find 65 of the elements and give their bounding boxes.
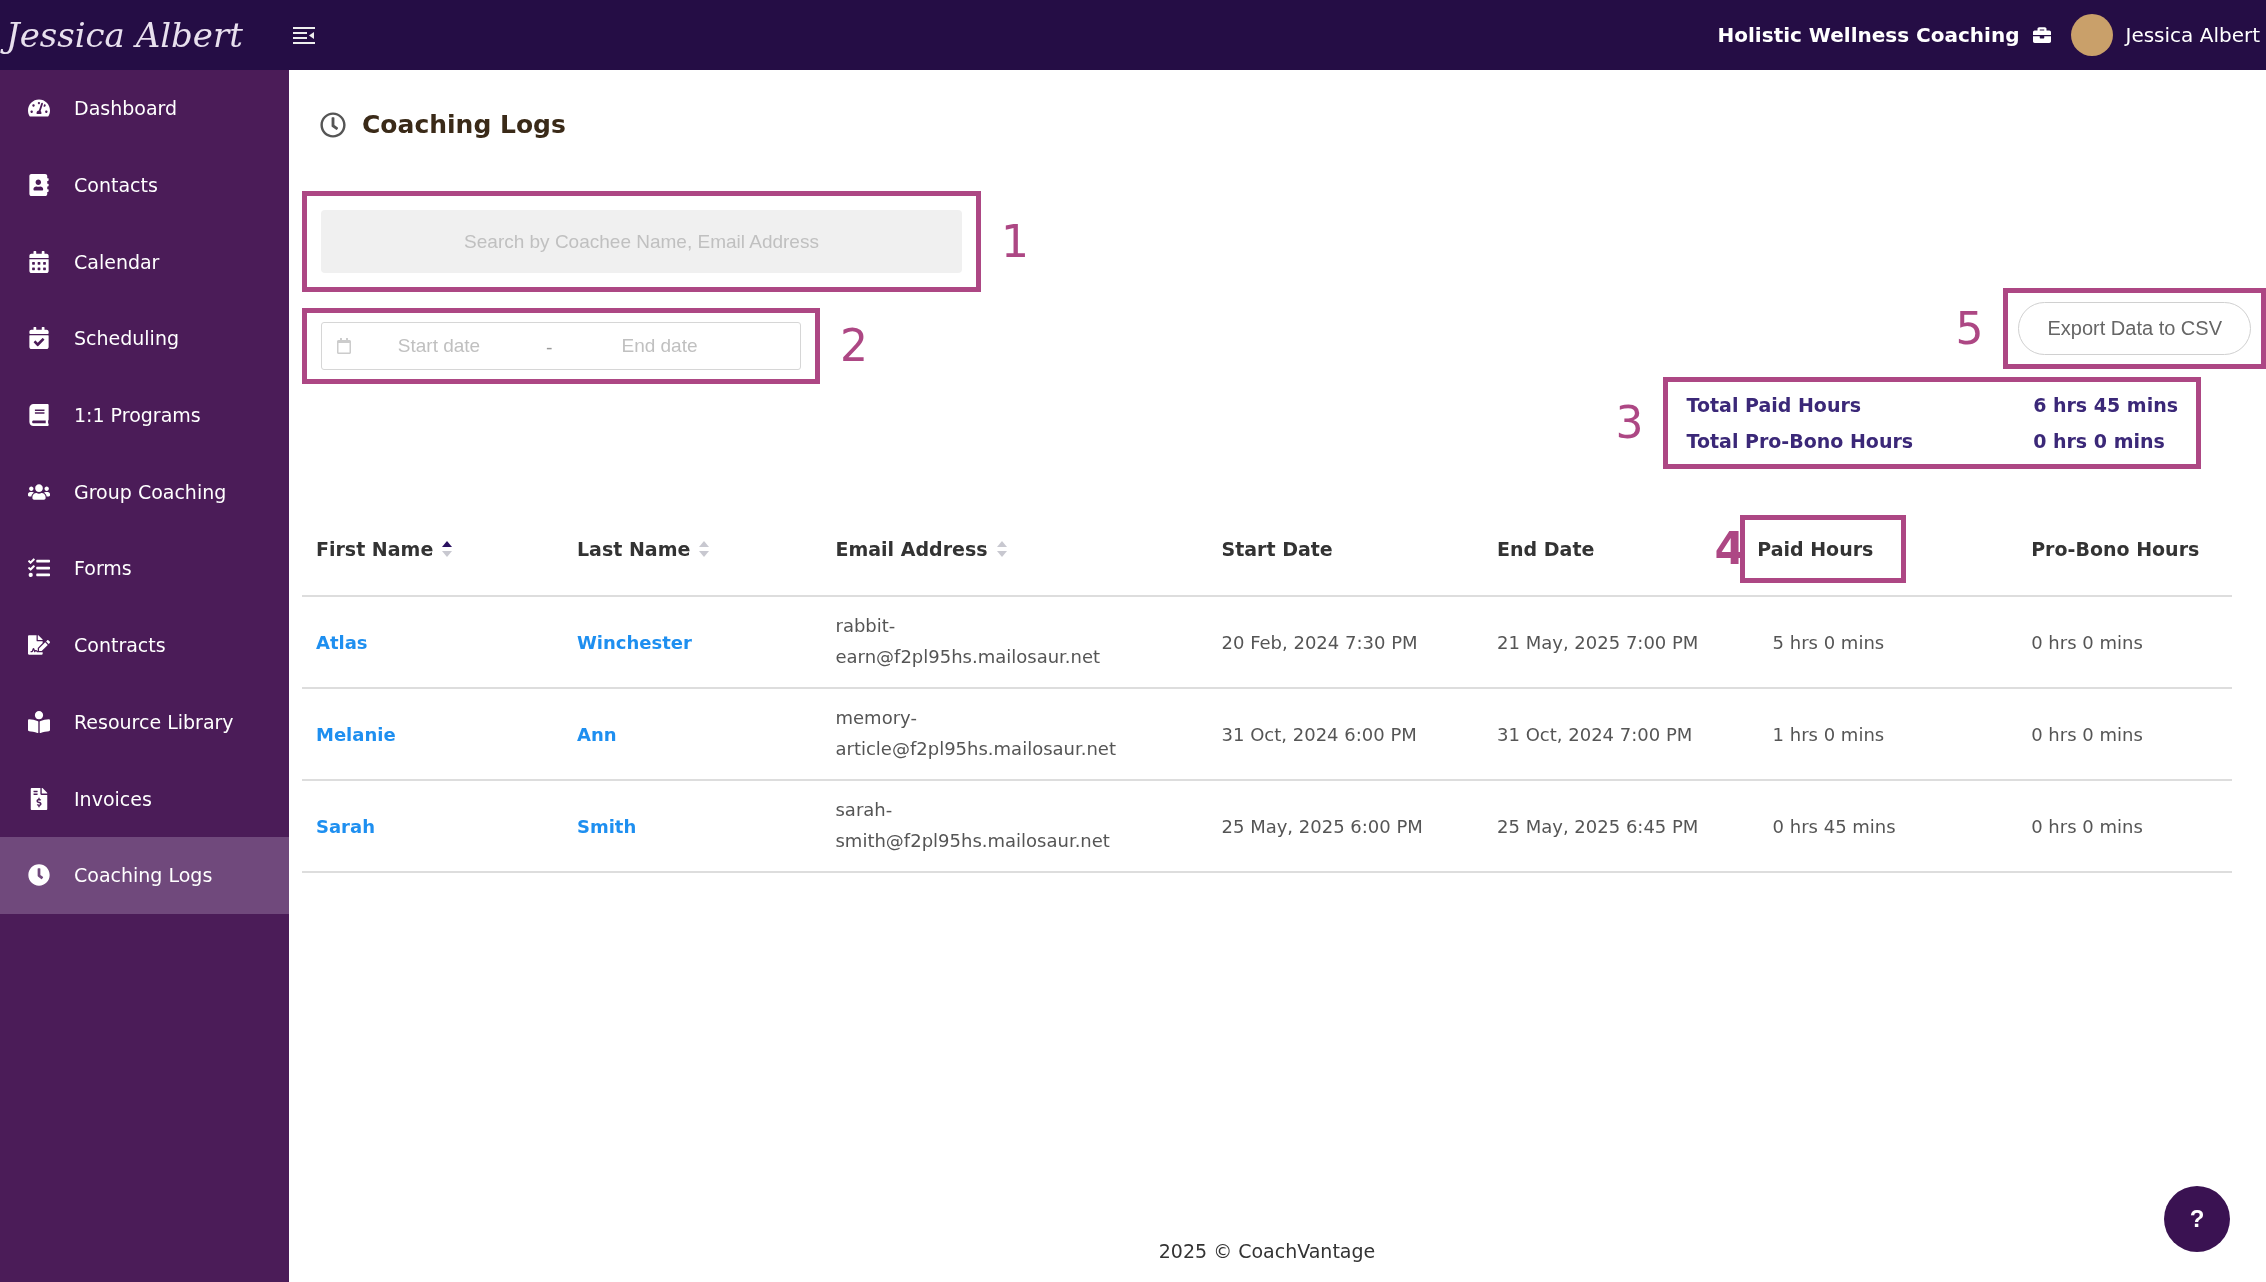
table-cell: 5 hrs 0 mins (1772, 631, 1885, 653)
sort-icon[interactable] (441, 540, 454, 558)
callout-number: 2 (840, 324, 868, 368)
column-header: End Date (1497, 538, 1595, 560)
clock-icon (28, 864, 50, 887)
callout-number: 4 (1714, 527, 1746, 571)
table-cell: 1 hrs 0 mins (1772, 723, 1885, 745)
checklist-icon (28, 557, 50, 580)
table-cell: 0 hrs 0 mins (2031, 815, 2143, 837)
column-header: Last Name (577, 538, 691, 560)
callout-number: 5 (1955, 306, 1984, 351)
help-button[interactable]: ? (2164, 1186, 2230, 1252)
gauge-icon (28, 97, 50, 120)
avatar[interactable] (2071, 14, 2114, 56)
signature-icon (28, 634, 50, 657)
table-cell: 0 hrs 45 mins (1772, 815, 1896, 837)
calendar-icon (28, 250, 50, 273)
email-text: memory-article@f2pl95hs.mailosaur.net (835, 706, 1117, 761)
table-cell: 25 May, 2025 6:45 PM (1497, 815, 1699, 837)
table-cell: 31 Oct, 2024 6:00 PM (1221, 723, 1417, 745)
callout-number: 3 (1615, 401, 1644, 445)
table-cell: 21 May, 2025 7:00 PM (1497, 631, 1699, 653)
date-separator: - (546, 335, 553, 357)
callout-number: 1 (1001, 219, 1029, 264)
total-value: 6 hrs 45 mins (2033, 394, 2178, 416)
table-cell: 20 Feb, 2024 7:30 PM (1221, 631, 1418, 653)
menu-icon (293, 26, 315, 44)
logo: Jessica Albert (0, 12, 289, 58)
column-header: Pro-Bono Hours (2031, 538, 2200, 560)
sidebar-item[interactable]: Group Coaching (0, 453, 289, 531)
calendar-check-icon (28, 327, 50, 350)
briefcase-icon[interactable] (2033, 26, 2052, 44)
sidebar-item[interactable]: Resource Library (0, 683, 289, 761)
sidebar-item[interactable]: Coaching Logs (0, 836, 289, 914)
sidebar-item[interactable]: Contracts (0, 606, 289, 684)
table-cell: 25 May, 2025 6:00 PM (1221, 815, 1423, 837)
total-label: Total Pro-Bono Hours (1686, 430, 1914, 452)
footer-text: 2025 © CoachVantage (1158, 1240, 1376, 1262)
book-icon (28, 404, 50, 427)
column-header: Email Address (835, 538, 988, 560)
export-button[interactable]: Export Data to CSV (2018, 302, 2251, 355)
sidebar-item[interactable]: Invoices (0, 760, 289, 837)
sidebar-item[interactable]: Dashboard (0, 70, 289, 147)
sidebar-item[interactable]: Scheduling (0, 300, 289, 377)
table-cell: 0 hrs 0 mins (2031, 631, 2143, 653)
column-header: Start Date (1221, 538, 1333, 560)
contact-book-icon (28, 174, 50, 197)
column-header: Paid Hours (1757, 538, 1874, 560)
total-value: 0 hrs 0 mins (2033, 430, 2166, 452)
table-cell: 0 hrs 0 mins (2031, 723, 2143, 745)
email-text: rabbit-earn@f2pl95hs.mailosaur.net (835, 614, 1102, 669)
calendar-icon (336, 338, 352, 354)
total-label: Total Paid Hours (1686, 394, 1863, 416)
column-header: First Name (316, 538, 434, 560)
sidebar-item[interactable]: Contacts (0, 146, 289, 224)
business-name: Holistic Wellness Coaching (1717, 23, 2020, 47)
table-cell: 31 Oct, 2024 7:00 PM (1497, 723, 1693, 745)
user-name[interactable]: Jessica Albert (2125, 23, 2260, 47)
page-title: Coaching Logs (362, 110, 566, 139)
sidebar-item[interactable]: Calendar (0, 223, 289, 301)
sidebar-item[interactable]: 1:1 Programs (0, 376, 289, 454)
email-text: sarah-smith@f2pl95hs.mailosaur.net (835, 798, 1111, 853)
sidebar-item[interactable]: Forms (0, 530, 289, 607)
invoice-icon (28, 787, 50, 810)
clock-icon (320, 111, 346, 138)
